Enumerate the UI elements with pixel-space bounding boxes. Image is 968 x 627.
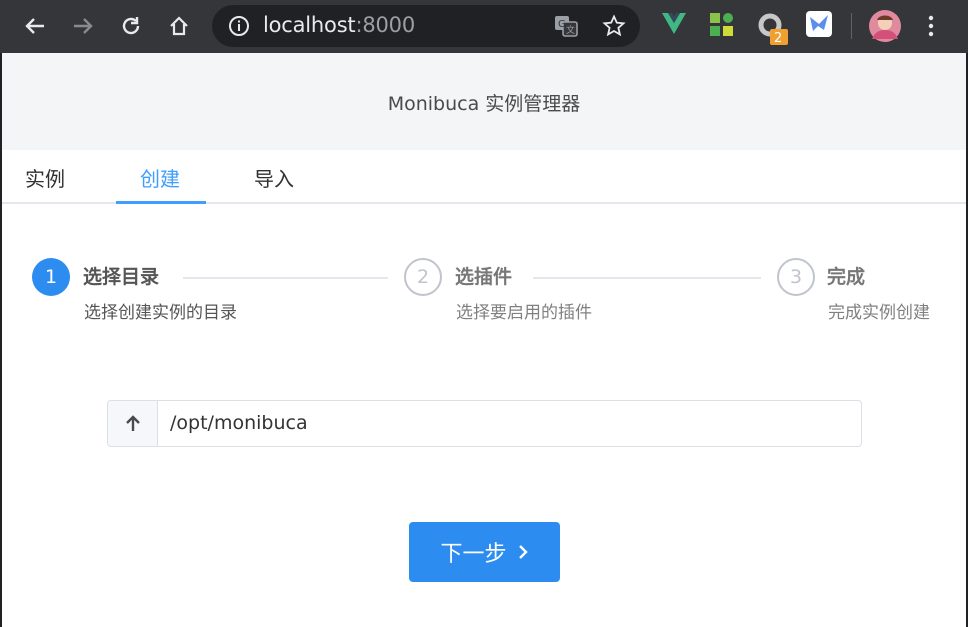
reload-button[interactable] [113,8,149,44]
browser-toolbar: localhost:8000 G文 2 [0,0,968,53]
step-2-connector [533,277,761,279]
tab-import[interactable]: 导入 [254,163,294,192]
site-info-icon[interactable] [228,15,250,41]
step-1-title: 选择目录 [83,266,160,288]
arrow-up-icon [125,414,140,431]
directory-path-value[interactable]: /opt/monibuca [170,412,308,434]
home-button[interactable] [161,8,197,44]
svg-text:文: 文 [566,24,575,36]
toolbar-divider [851,13,852,39]
translate-icon[interactable]: G文 [554,15,578,41]
tab-instances[interactable]: 实例 [25,163,65,192]
step-2-number: 2 [404,258,442,296]
step-2-description: 选择要启用的插件 [456,303,592,323]
tab-create[interactable]: 创建 [140,163,180,192]
back-arrow-icon [25,18,44,34]
url-text[interactable]: localhost:8000 [263,13,415,37]
chevron-right-icon [518,545,528,559]
step-3-title: 完成 [827,266,866,288]
step-1-connector [183,277,388,279]
step-2-title: 选插件 [455,266,513,288]
ring-extension-icon[interactable]: 2 [757,11,791,51]
active-tab-indicator [116,201,206,204]
app-header: Monibuca 实例管理器 [2,53,966,150]
page: Monibuca 实例管理器 实例 创建 导入 1 选择目录 选择创建实例的目录… [2,53,966,627]
next-step-label: 下一步 [440,542,507,567]
browser-menu-icon[interactable] [926,14,936,42]
parent-directory-button[interactable] [108,401,158,446]
step-1-description: 选择创建实例的目录 [84,303,237,323]
svg-text:G: G [558,19,566,30]
forward-button[interactable] [65,8,101,44]
tab-bar: 实例 创建 导入 [2,150,966,204]
directory-path-field[interactable]: /opt/monibuca [107,400,862,447]
step-3-number: 3 [777,258,815,296]
back-button[interactable] [17,8,53,44]
step-3-description: 完成实例创建 [828,303,930,323]
profile-avatar[interactable] [868,9,902,47]
step-1-number: 1 [32,258,70,296]
home-icon [170,16,188,36]
forward-arrow-icon [74,18,93,34]
bird-extension-icon[interactable] [806,11,832,41]
bookmark-star-icon[interactable] [602,14,626,42]
grid-extension-icon[interactable] [708,11,736,43]
svg-text:2: 2 [774,31,782,46]
vue-devtools-icon[interactable] [660,11,688,41]
reload-icon [122,17,140,35]
app-title: Monibuca 实例管理器 [387,93,581,115]
next-step-button[interactable]: 下一步 [409,522,560,582]
